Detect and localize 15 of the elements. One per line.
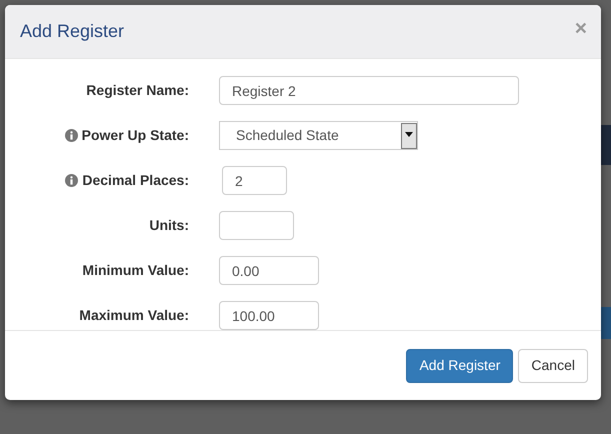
add-register-button[interactable]: Add Register [406, 348, 514, 383]
input-field[interactable]: 100.00 [219, 301, 319, 330]
input-field[interactable]: 0.00 [219, 256, 319, 286]
input-field[interactable] [219, 211, 294, 240]
field-label: Register Name: [86, 81, 189, 100]
field-label: Decimal Places: [82, 171, 189, 190]
field-label: Power Up State: [82, 126, 189, 146]
input-field[interactable]: Register 2 [219, 76, 519, 106]
dialog-title: Add Register [20, 20, 124, 44]
cancel-button[interactable]: Cancel [518, 348, 588, 383]
select-field[interactable]: Scheduled State [219, 121, 418, 150]
field-label: Minimum Value: [82, 261, 189, 280]
input-field[interactable]: 2 [222, 166, 287, 196]
field-label: Units: [149, 216, 189, 236]
field-label: Maximum Value: [79, 306, 189, 326]
